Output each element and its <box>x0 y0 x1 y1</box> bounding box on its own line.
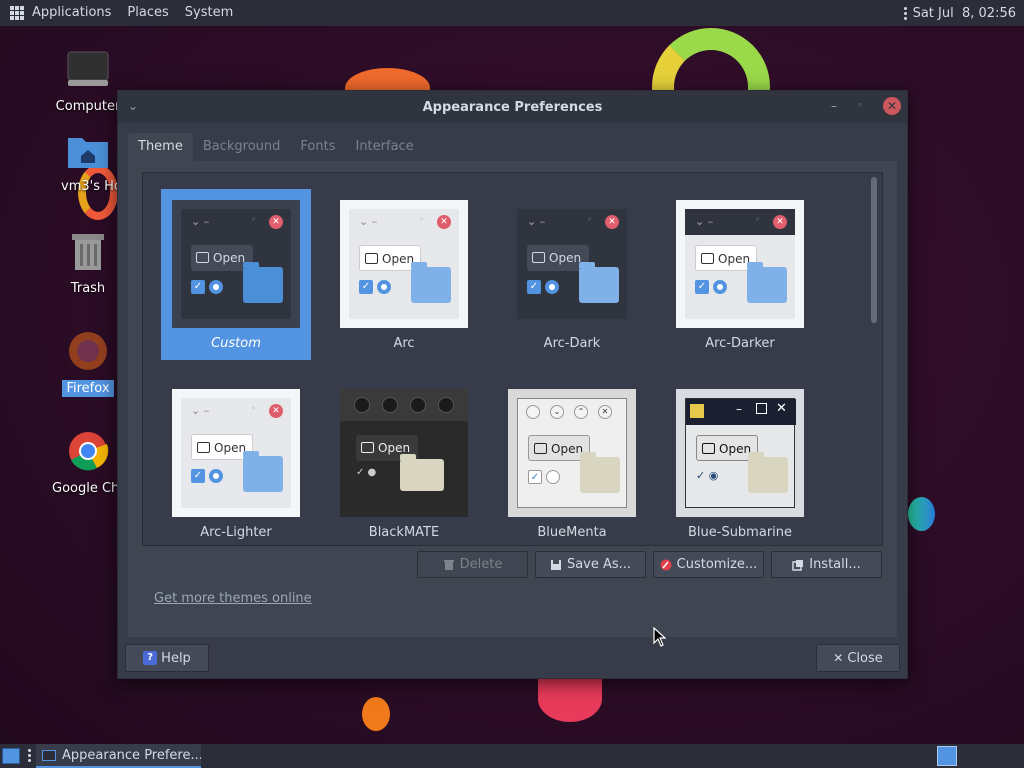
install-label: Install... <box>809 557 861 572</box>
menu-system[interactable]: System <box>177 0 241 26</box>
open-label: Open <box>382 252 415 266</box>
trash-icon <box>72 234 104 270</box>
minimize-icon[interactable]: – <box>825 97 843 115</box>
theme-preview: – ✕ Open ✓ ◉ <box>676 389 804 517</box>
theme-grid[interactable]: ⌄ – ◦ ✕ Open ✓ Custom ⌄ – ◦ ✕ Open ✓ Arc… <box>142 172 883 546</box>
delete-label: Delete <box>459 557 503 572</box>
panel-handle-icon[interactable] <box>28 749 31 762</box>
desktop-icon-label: Google Chrome <box>52 481 128 496</box>
window-icon <box>42 750 56 761</box>
bottom-panel: Appearance Prefere... <box>0 744 1024 768</box>
clock[interactable]: Sat Jul 8, 02:56 <box>913 6 1016 21</box>
appearance-preferences-window: ⌄ Appearance Preferences – ◦ ✕ Theme Bac… <box>117 90 908 679</box>
tab-theme[interactable]: Theme <box>128 133 193 161</box>
close-icon: ✕ <box>833 651 844 665</box>
theme-preview: ⌄ – ◦ ✕ Open ✓ <box>676 200 804 328</box>
close-label: Close <box>847 650 883 666</box>
taskbar-item-appearance[interactable]: Appearance Prefere... <box>36 744 201 768</box>
tab-bar: Theme Background Fonts Interface <box>128 133 897 161</box>
desktop-icon-label: Computer <box>55 99 121 114</box>
chrome-icon <box>69 432 109 471</box>
theme-preview: ⌄ – ◦ ✕ Open ✓ <box>508 200 636 328</box>
open-label: Open <box>378 441 411 455</box>
computer-icon <box>67 51 109 86</box>
save-icon <box>550 559 561 570</box>
close-button[interactable]: ✕ Close <box>816 644 900 672</box>
theme-item-arc-dark[interactable]: ⌄ – ◦ ✕ Open ✓ Arc-Dark <box>497 189 647 360</box>
workspace-switcher[interactable] <box>937 746 957 766</box>
clock-area[interactable]: Sat Jul 8, 02:56 <box>903 0 1016 26</box>
open-label: Open <box>549 251 582 265</box>
open-label: Open <box>718 252 751 266</box>
window-menu-chevron-icon[interactable]: ⌄ <box>124 97 142 115</box>
panel-handle-icon[interactable] <box>903 6 907 20</box>
theme-preview: ⌄ ⌃ ✕ Open ✓ <box>508 389 636 517</box>
menu-applications[interactable]: Applications <box>24 0 119 26</box>
wallpaper-blue-blob <box>908 497 935 531</box>
tab-background[interactable]: Background <box>193 133 291 161</box>
theme-item-arc-lighter[interactable]: ⌄ – ◦ ✕ Open ✓ Arc-Lighter <box>161 378 311 545</box>
desktop-icon-label: Firefox <box>62 380 114 397</box>
customize-label: Customize... <box>676 557 758 572</box>
delete-button[interactable]: Delete <box>417 551 528 578</box>
tab-interface[interactable]: Interface <box>345 133 423 161</box>
home-folder-icon <box>68 138 108 168</box>
wallpaper-pink-blob <box>538 676 602 722</box>
install-button[interactable]: Install... <box>771 551 882 578</box>
paint-brush-icon <box>660 559 672 570</box>
theme-item-custom[interactable]: ⌄ – ◦ ✕ Open ✓ Custom <box>161 189 311 360</box>
open-label: Open <box>213 251 246 265</box>
window-title: Appearance Preferences <box>422 99 603 115</box>
applications-grid-icon[interactable] <box>10 6 24 20</box>
install-icon <box>792 559 804 571</box>
theme-item-bluementa[interactable]: ⌄ ⌃ ✕ Open ✓ BlueMenta <box>497 378 647 545</box>
theme-item-arc-darker[interactable]: ⌄ – ◦ ✕ Open ✓ Arc-Darker <box>665 189 815 360</box>
open-label: Open <box>214 441 247 455</box>
theme-name: BlueMenta <box>537 525 607 540</box>
mouse-cursor-icon <box>653 627 667 647</box>
theme-preview: Open ✓ ● <box>340 389 468 517</box>
theme-item-arc[interactable]: ⌄ – ◦ ✕ Open ✓ Arc <box>329 189 479 360</box>
theme-tab-page: ⌄ – ◦ ✕ Open ✓ Custom ⌄ – ◦ ✕ Open ✓ Arc… <box>128 161 897 637</box>
theme-preview: ⌄ – ◦ ✕ Open ✓ <box>172 389 300 517</box>
theme-item-blue-submarine[interactable]: – ✕ Open ✓ ◉ Blue-Submarine <box>665 378 815 545</box>
theme-item-blackmate[interactable]: Open ✓ ● BlackMATE <box>329 378 479 545</box>
theme-name: Arc-Dark <box>543 336 601 351</box>
save-as-label: Save As... <box>566 557 632 572</box>
tab-fonts[interactable]: Fonts <box>290 133 345 161</box>
theme-name: Arc-Darker <box>705 336 775 351</box>
theme-name: Arc <box>393 336 415 351</box>
top-panel: Applications Places System Sat Jul 8, 02… <box>0 0 1024 26</box>
theme-preview: ⌄ – ◦ ✕ Open ✓ <box>340 200 468 328</box>
wallpaper-small-orange <box>362 697 390 731</box>
preferences-notebook: Theme Background Fonts Interface ⌄ – ◦ ✕ O… <box>128 133 897 637</box>
open-label: Open <box>551 442 584 456</box>
window-close-button[interactable]: ✕ <box>883 97 901 115</box>
theme-name: Blue-Submarine <box>687 525 793 540</box>
open-label: Open <box>719 442 752 456</box>
theme-grid-scrollbar[interactable] <box>871 177 877 323</box>
theme-name: Arc-Lighter <box>200 525 272 540</box>
theme-name: Custom <box>211 336 261 351</box>
maximize-icon[interactable]: ◦ <box>851 97 869 115</box>
menu-places[interactable]: Places <box>119 0 176 26</box>
window-titlebar[interactable]: ⌄ Appearance Preferences – ◦ ✕ <box>118 91 907 123</box>
desktop-icon-label: Trash <box>70 281 106 296</box>
taskbar-item-label: Appearance Prefere... <box>62 748 201 763</box>
get-more-themes-link[interactable]: Get more themes online <box>154 591 312 606</box>
firefox-icon <box>69 332 107 370</box>
save-as-button[interactable]: Save As... <box>535 551 646 578</box>
theme-preview: ⌄ – ◦ ✕ Open ✓ <box>172 200 300 328</box>
theme-name: BlackMATE <box>368 525 440 540</box>
delete-icon <box>443 559 454 570</box>
show-desktop-icon[interactable] <box>2 748 20 764</box>
desktop-icon-label: vm3's Home <box>61 179 119 194</box>
help-button[interactable]: ? Help <box>125 644 209 672</box>
customize-button[interactable]: Customize... <box>653 551 764 578</box>
help-label: Help <box>161 650 191 666</box>
help-icon: ? <box>143 651 158 665</box>
